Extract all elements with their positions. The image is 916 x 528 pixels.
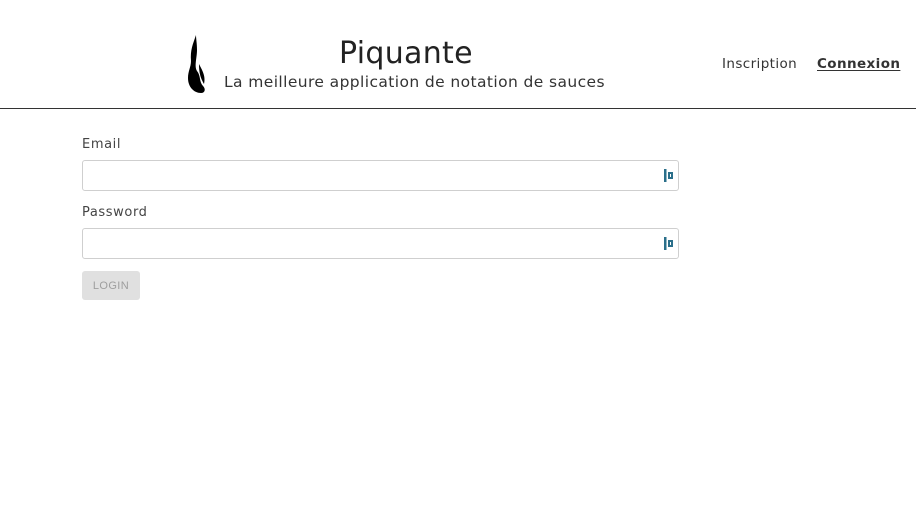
password-field-wrapper bbox=[82, 228, 679, 259]
site-subtitle: La meilleure application de notation de … bbox=[224, 73, 605, 91]
site-title: Piquante bbox=[339, 36, 473, 71]
site-header: Piquante La meilleure application de not… bbox=[0, 0, 916, 109]
nav-signup-link[interactable]: Inscription bbox=[722, 56, 797, 72]
email-field-wrapper bbox=[82, 160, 679, 191]
email-label: Email bbox=[82, 137, 122, 152]
flame-icon bbox=[188, 35, 205, 93]
nav-login-link[interactable]: Connexion bbox=[817, 56, 900, 72]
password-manager-icon[interactable] bbox=[664, 169, 674, 182]
password-manager-icon[interactable] bbox=[664, 237, 674, 250]
email-input[interactable] bbox=[83, 161, 678, 190]
password-input[interactable] bbox=[83, 229, 678, 258]
login-button[interactable]: LOGIN bbox=[82, 271, 140, 300]
password-label: Password bbox=[82, 205, 148, 220]
